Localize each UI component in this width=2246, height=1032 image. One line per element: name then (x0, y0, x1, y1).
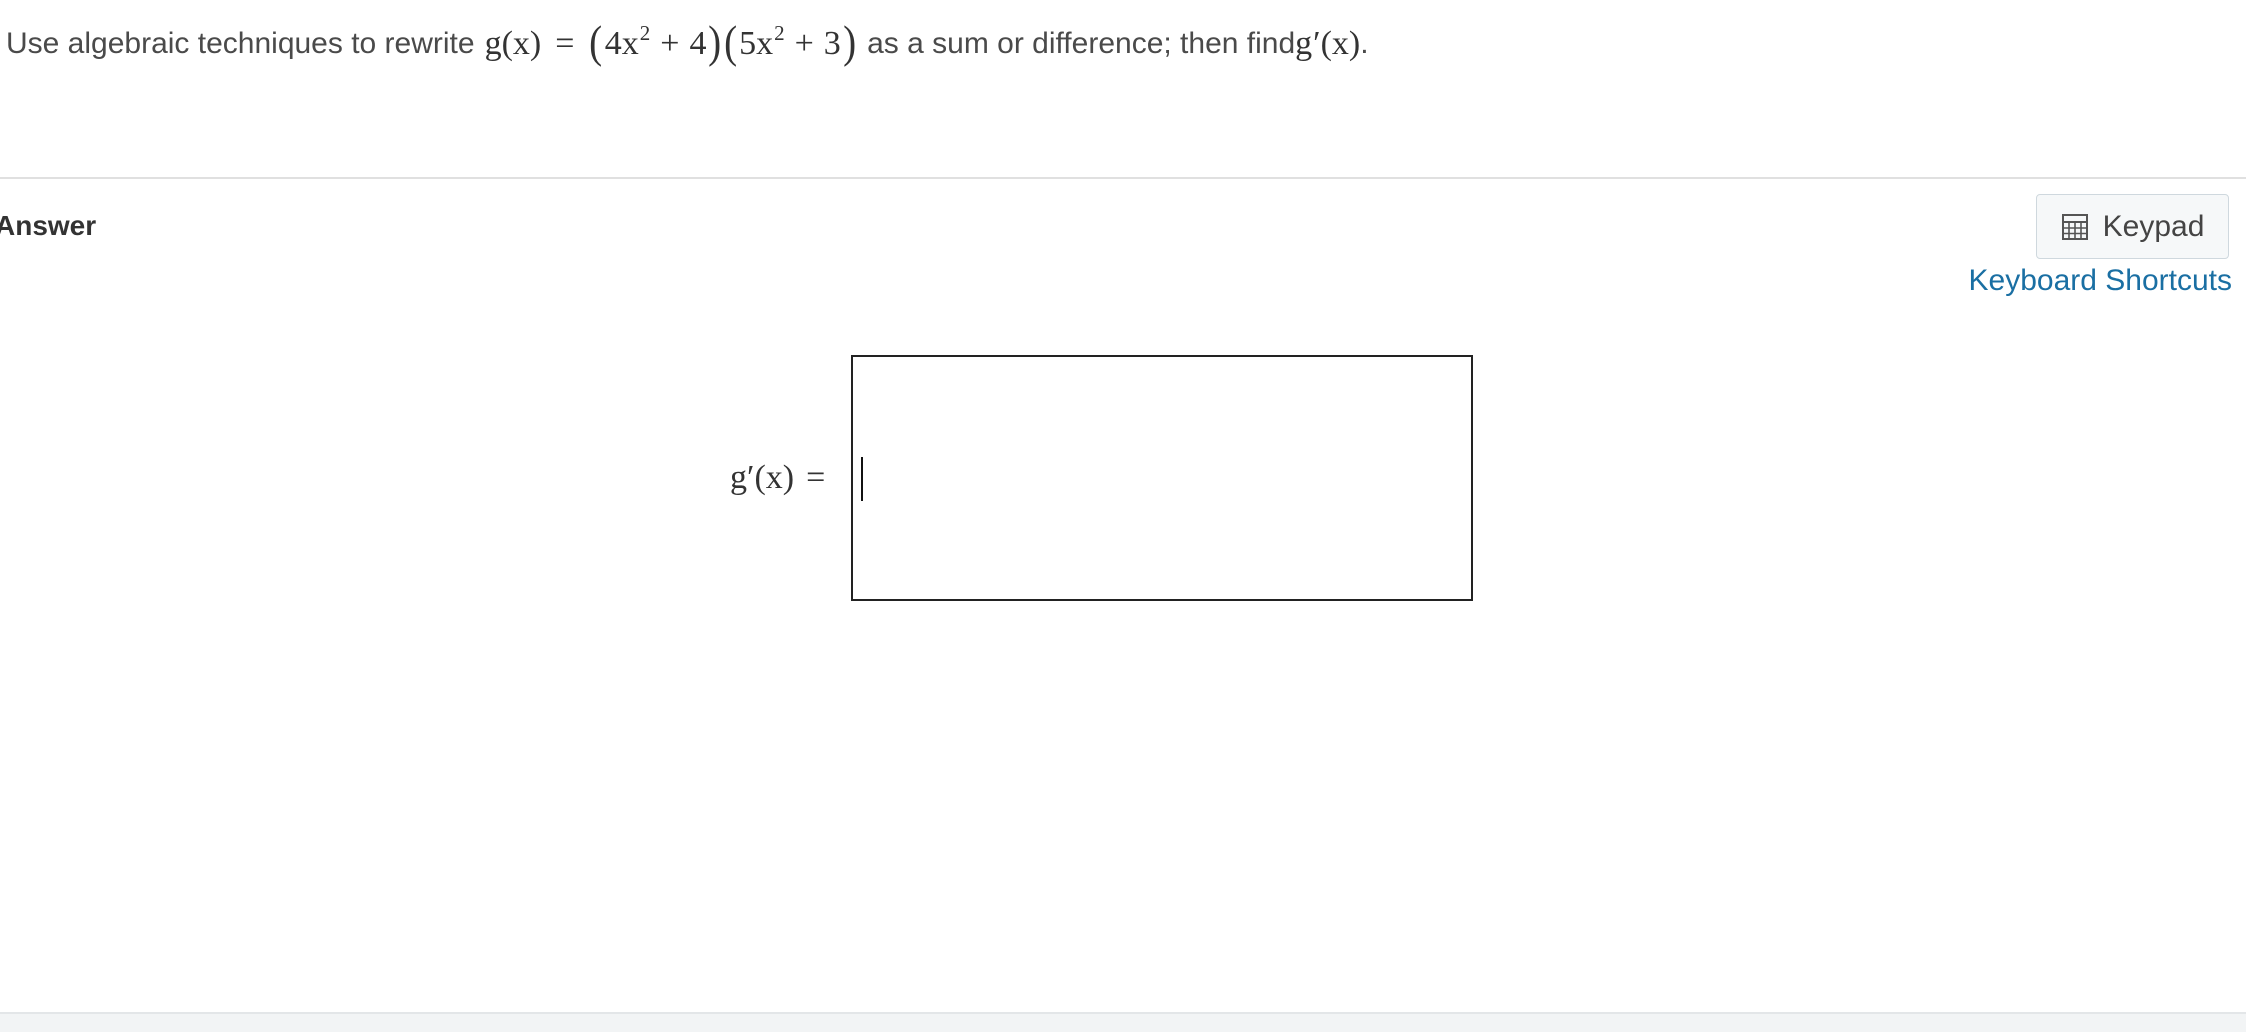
math-gprime: g ′(x) (1295, 25, 1360, 63)
keypad-button[interactable]: Keypad (2036, 194, 2229, 259)
question-middle: as a sum or difference; then find (867, 27, 1296, 60)
lhs-g: g (730, 459, 747, 496)
math-coef2: 5 (739, 25, 757, 62)
math-x: x (512, 25, 530, 62)
answer-input-field[interactable] (851, 355, 1474, 601)
math-g-2: g (1295, 25, 1313, 62)
math-rparen-3: ) (1348, 25, 1361, 62)
math-const2: 3 (823, 25, 841, 62)
lhs-arg: (x) (754, 459, 795, 496)
keypad-button-label: Keypad (2102, 209, 2205, 243)
math-paren-open-1: ( (589, 16, 603, 67)
math-var-1: x (621, 25, 639, 62)
keyboard-shortcuts-link[interactable]: Keyboard Shortcuts (1969, 264, 2232, 298)
lhs-equals: = (806, 459, 826, 496)
math-gx-definition: g(x) = (4 x 2 + 4)(5 x 2 + 3) (484, 16, 856, 67)
calculator-icon (2061, 213, 2089, 241)
math-lparen-3: ( (1320, 25, 1332, 62)
answer-lhs: g′(x) = (730, 459, 825, 497)
question-prefix: Use algebraic techniques to rewrite (6, 27, 475, 60)
math-const1: 4 (689, 25, 707, 62)
math-prime: ′ (1313, 25, 1321, 62)
math-plus-1: + (660, 25, 680, 62)
math-g: g (484, 25, 502, 62)
math-equals: = (555, 25, 575, 62)
math-plus-2: + (794, 25, 814, 62)
answer-heading: Answer (0, 210, 97, 241)
math-x-3: x (1331, 25, 1349, 62)
question-period: . (1360, 27, 1369, 60)
math-lparen: ( (501, 25, 513, 62)
answer-row: g′(x) = (730, 354, 1474, 602)
math-var-2: x (756, 25, 774, 62)
question-text: Use algebraic techniques to rewrite g(x)… (6, 18, 1369, 70)
text-caret (861, 457, 864, 501)
math-paren-open-2: ( (723, 16, 737, 67)
section-divider (0, 177, 2246, 179)
math-coef1: 4 (604, 25, 622, 62)
bottom-edge (0, 1012, 2246, 1032)
math-paren-close-1: ) (708, 16, 722, 67)
math-paren-close-2: ) (842, 16, 856, 67)
math-rparen: ) (529, 25, 542, 62)
